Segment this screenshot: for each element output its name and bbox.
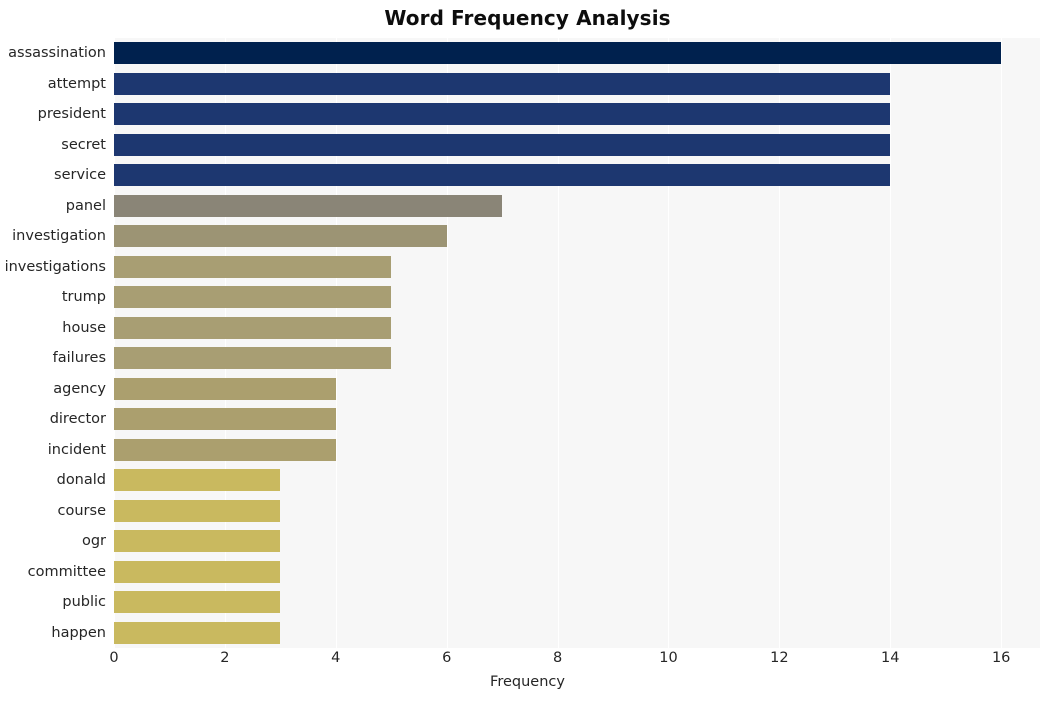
bar[interactable] — [114, 347, 392, 370]
x-tick-label: 0 — [109, 650, 119, 666]
gridline-x-6 — [779, 38, 781, 648]
y-tick-label: director — [49, 411, 106, 428]
y-tick-label: panel — [65, 197, 106, 214]
y-tick-label: happen — [51, 624, 106, 641]
bar[interactable] — [114, 164, 891, 187]
x-tick-label: 8 — [552, 650, 563, 666]
plot-area — [114, 38, 1040, 648]
bar[interactable] — [114, 408, 336, 431]
bar[interactable] — [114, 377, 336, 400]
y-tick-label: service — [54, 167, 106, 184]
y-tick-label: attempt — [47, 75, 106, 92]
gridline-x-7 — [890, 38, 892, 648]
bar[interactable] — [114, 42, 1002, 65]
chart-title: Word Frequency Analysis — [384, 6, 671, 30]
bar[interactable] — [114, 72, 891, 95]
bar[interactable] — [114, 316, 392, 339]
x-tick-label: 6 — [442, 650, 452, 666]
y-tick-label: trump — [61, 289, 106, 306]
bar[interactable] — [114, 225, 447, 248]
y-tick-label: public — [62, 594, 106, 611]
bar[interactable] — [114, 194, 503, 217]
y-tick-label: donald — [56, 472, 106, 489]
bar[interactable] — [114, 438, 336, 461]
x-axis: 0 2 4 6 8 10 12 14 16 — [0, 650, 1055, 674]
x-tick-label: 2 — [220, 650, 230, 666]
gridline-x-8 — [1001, 38, 1003, 648]
y-tick-label: assassination — [8, 45, 106, 62]
bar[interactable] — [114, 591, 281, 614]
gridline-x-1 — [224, 38, 226, 648]
x-tick-label: 4 — [331, 650, 341, 666]
y-tick-label: failures — [52, 350, 106, 367]
y-tick-label: house — [62, 319, 106, 336]
x-tick-label: 14 — [881, 650, 900, 666]
y-tick-label: secret — [61, 136, 106, 153]
y-axis: assassination attempt president secret servi… — [0, 38, 106, 648]
x-tick-label: 16 — [991, 650, 1011, 666]
y-tick-label: investigations — [4, 258, 106, 275]
x-tick-label: 12 — [770, 650, 789, 666]
y-tick-label: incident — [47, 441, 106, 458]
y-tick-label: agency — [53, 380, 106, 397]
gridline-x-2 — [335, 38, 337, 648]
bar[interactable] — [114, 560, 281, 583]
y-tick-label: ogr — [81, 533, 106, 550]
x-axis-title: Frequency — [490, 674, 565, 690]
bar[interactable] — [114, 103, 891, 126]
bar[interactable] — [114, 469, 281, 492]
y-tick-label: committee — [27, 563, 106, 580]
bar[interactable] — [114, 530, 281, 553]
gridline-x-3 — [446, 38, 448, 648]
bar[interactable] — [114, 255, 392, 278]
gridline-x-4 — [557, 38, 559, 648]
bar[interactable] — [114, 286, 392, 309]
chart-figure: Word Frequency Analysis assassination att… — [0, 0, 1055, 701]
bar[interactable] — [114, 133, 891, 156]
x-tick-label: 10 — [659, 650, 678, 666]
bar[interactable] — [114, 499, 281, 522]
gridline-x-0 — [114, 38, 115, 648]
y-tick-label: president — [37, 106, 106, 123]
y-tick-label: course — [57, 502, 106, 519]
bar[interactable] — [114, 621, 281, 644]
gridline-x-5 — [668, 38, 670, 648]
y-tick-label: investigation — [12, 228, 106, 245]
